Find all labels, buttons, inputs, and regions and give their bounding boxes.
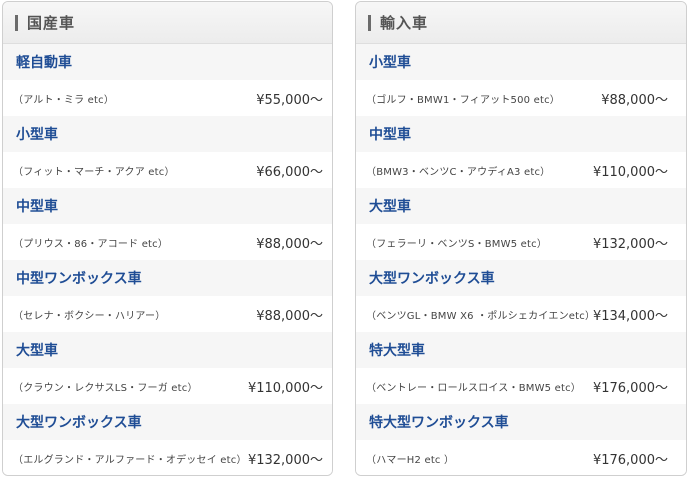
model-examples: （フィット・マーチ・アクア etc） (13, 166, 175, 178)
item-row: （フィット・マーチ・アクア etc） ¥66,000〜 (3, 152, 332, 188)
price-row: 特大型車 （ベントレー・ロールスロイス・BMW5 etc） ¥176,000〜 (356, 332, 686, 404)
price-row: 大型車 （クラウン・レクサスLS・フーガ etc） ¥110,000〜 (3, 332, 332, 404)
category-label: 大型ワンボックス車 (16, 415, 142, 431)
category-row: 大型ワンボックス車 (3, 404, 332, 440)
category-label: 特大型ワンボックス車 (369, 415, 509, 431)
price: ¥110,000〜 (592, 164, 668, 180)
domestic-price-list: 軽自動車 （アルト・ミラ etc） ¥55,000〜 小型車 （フィット・マーチ・… (3, 44, 332, 475)
price: ¥66,000〜 (256, 164, 323, 180)
model-examples: （エルグランド・アルファード・オデッセイ etc） (13, 454, 247, 466)
model-examples: （BMW3・ベンツC・アウディA3 etc） (366, 166, 551, 178)
category-label: 大型車 (369, 199, 411, 215)
price: ¥176,000〜 (592, 452, 668, 468)
price-row: 中型車 （プリウス・86・アコード etc） ¥88,000〜 (3, 188, 332, 260)
item-row: （BMW3・ベンツC・アウディA3 etc） ¥110,000〜 (356, 152, 686, 188)
price-row: 中型車 （BMW3・ベンツC・アウディA3 etc） ¥110,000〜 (356, 116, 686, 188)
price-row: 中型ワンボックス車 （セレナ・ボクシー・ハリアー） ¥88,000〜 (3, 260, 332, 332)
price: ¥55,000〜 (256, 92, 323, 108)
price-row: 大型ワンボックス車 （ベンツGL・BMW X6 ・ポルシェカイエンetc） ¥13… (356, 260, 686, 332)
category-label: 小型車 (369, 55, 411, 71)
category-row: 小型車 (356, 44, 686, 80)
domestic-panel-header: 国産車 (3, 2, 332, 44)
category-label: 中型車 (16, 199, 58, 215)
domestic-panel-title: 国産車 (27, 14, 76, 32)
price: ¥88,000〜 (256, 308, 323, 324)
price-row: 大型ワンボックス車 （エルグランド・アルファード・オデッセイ etc） ¥132,… (3, 404, 332, 475)
category-row: 大型ワンボックス車 (356, 260, 686, 296)
model-examples: （ゴルフ・BMW1・フィアット500 etc） (366, 94, 560, 106)
price: ¥176,000〜 (592, 380, 668, 396)
domestic-price-panel: 国産車 軽自動車 （アルト・ミラ etc） ¥55,000〜 小型車 （フィット・… (2, 1, 333, 476)
category-row: 大型車 (356, 188, 686, 224)
item-row: （フェラーリ・ベンツS・BMW5 etc） ¥132,000〜 (356, 224, 686, 260)
category-row: 中型ワンボックス車 (3, 260, 332, 296)
category-row: 大型車 (3, 332, 332, 368)
price-row: 大型車 （フェラーリ・ベンツS・BMW5 etc） ¥132,000〜 (356, 188, 686, 260)
model-examples: （クラウン・レクサスLS・フーガ etc） (13, 382, 198, 394)
category-label: 大型ワンボックス車 (369, 271, 495, 287)
model-examples: （ベンツGL・BMW X6 ・ポルシェカイエンetc） (366, 310, 596, 322)
category-row: 中型車 (356, 116, 686, 152)
price-row: 特大型ワンボックス車 （ハマーH2 etc ） ¥176,000〜 (356, 404, 686, 475)
model-examples: （プリウス・86・アコード etc） (13, 238, 169, 250)
item-row: （クラウン・レクサスLS・フーガ etc） ¥110,000〜 (3, 368, 332, 404)
item-row: （ハマーH2 etc ） ¥176,000〜 (356, 440, 686, 475)
model-examples: （アルト・ミラ etc） (13, 94, 115, 106)
category-label: 中型車 (369, 127, 411, 143)
item-row: （ベントレー・ロールスロイス・BMW5 etc） ¥176,000〜 (356, 368, 686, 404)
category-row: 中型車 (3, 188, 332, 224)
category-row: 特大型車 (356, 332, 686, 368)
model-examples: （ハマーH2 etc ） (366, 454, 455, 466)
price: ¥132,000〜 (592, 236, 668, 252)
category-label: 小型車 (16, 127, 58, 143)
item-row: （プリウス・86・アコード etc） ¥88,000〜 (3, 224, 332, 260)
imported-price-panel: 輸入車 小型車 （ゴルフ・BMW1・フィアット500 etc） ¥88,000〜 … (355, 1, 687, 476)
imported-panel-title: 輸入車 (380, 14, 429, 32)
category-row: 軽自動車 (3, 44, 332, 80)
category-row: 小型車 (3, 116, 332, 152)
price: ¥132,000〜 (247, 452, 323, 468)
imported-panel-header: 輸入車 (356, 2, 686, 44)
price: ¥88,000〜 (256, 236, 323, 252)
category-label: 軽自動車 (16, 55, 72, 71)
price: ¥88,000〜 (601, 92, 668, 108)
item-row: （ゴルフ・BMW1・フィアット500 etc） ¥88,000〜 (356, 80, 686, 116)
price-row: 小型車 （ゴルフ・BMW1・フィアット500 etc） ¥88,000〜 (356, 44, 686, 116)
price: ¥110,000〜 (247, 380, 323, 396)
model-examples: （ベントレー・ロールスロイス・BMW5 etc） (366, 382, 581, 394)
header-bar-icon (15, 14, 18, 31)
price: ¥134,000〜 (592, 308, 668, 324)
model-examples: （セレナ・ボクシー・ハリアー） (13, 310, 166, 322)
model-examples: （フェラーリ・ベンツS・BMW5 etc） (366, 238, 548, 250)
category-row: 特大型ワンボックス車 (356, 404, 686, 440)
item-row: （エルグランド・アルファード・オデッセイ etc） ¥132,000〜 (3, 440, 332, 475)
item-row: （アルト・ミラ etc） ¥55,000〜 (3, 80, 332, 116)
item-row: （ベンツGL・BMW X6 ・ポルシェカイエンetc） ¥134,000〜 (356, 296, 686, 332)
price-row: 軽自動車 （アルト・ミラ etc） ¥55,000〜 (3, 44, 332, 116)
category-label: 大型車 (16, 343, 58, 359)
header-bar-icon (368, 14, 371, 31)
imported-price-list: 小型車 （ゴルフ・BMW1・フィアット500 etc） ¥88,000〜 中型車 … (356, 44, 686, 475)
price-row: 小型車 （フィット・マーチ・アクア etc） ¥66,000〜 (3, 116, 332, 188)
item-row: （セレナ・ボクシー・ハリアー） ¥88,000〜 (3, 296, 332, 332)
category-label: 中型ワンボックス車 (16, 271, 142, 287)
category-label: 特大型車 (369, 343, 425, 359)
